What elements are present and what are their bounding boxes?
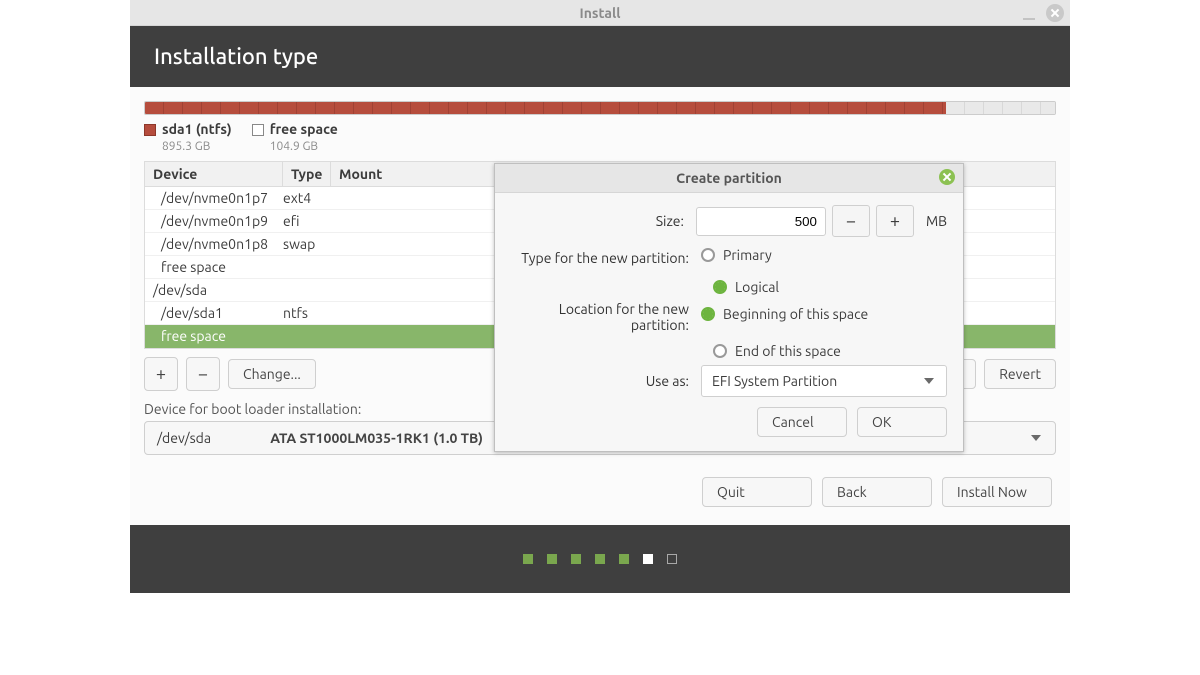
location-label: Location for the new partition: — [511, 301, 701, 333]
header: Installation type — [130, 26, 1070, 87]
ok-button[interactable]: OK — [857, 407, 947, 437]
change-button[interactable]: Change... — [228, 359, 316, 389]
quit-button[interactable]: Quit — [702, 477, 812, 507]
install-now-button[interactable]: Install Now — [942, 477, 1052, 507]
size-label: Size: — [511, 213, 696, 229]
page-title: Installation type — [154, 44, 1046, 69]
minimize-icon[interactable] — [1020, 4, 1038, 22]
remove-button[interactable]: − — [186, 357, 220, 391]
dialog-close-icon[interactable] — [939, 169, 955, 185]
radio-primary[interactable] — [701, 248, 715, 262]
partition-bar-used — [145, 102, 946, 114]
col-device[interactable]: Device — [145, 162, 283, 186]
radio-logical-label: Logical — [735, 279, 779, 295]
legend-sda1-size: 895.3 GB — [162, 140, 210, 153]
radio-end-label: End of this space — [735, 343, 841, 359]
size-decrement[interactable]: − — [832, 205, 870, 237]
radio-end[interactable] — [713, 344, 727, 358]
size-increment[interactable]: + — [876, 205, 914, 237]
legend-free-title: free space — [270, 121, 338, 137]
partition-bar — [144, 101, 1056, 115]
legend-swatch-used-icon — [144, 124, 156, 136]
legend-free-size: 104.9 GB — [270, 140, 318, 153]
radio-begin[interactable] — [701, 307, 715, 321]
step-dot — [595, 554, 605, 564]
close-icon[interactable] — [1046, 4, 1064, 22]
add-button[interactable]: + — [144, 357, 178, 391]
size-unit: MB — [926, 213, 947, 229]
bootloader-model: ATA ST1000LM035-1RK1 (1.0 TB) — [270, 430, 483, 446]
legend-sda1: sda1 (ntfs) 895.3 GB — [144, 121, 232, 153]
titlebar: Install — [130, 0, 1070, 26]
step-dot — [667, 554, 677, 564]
radio-begin-label: Beginning of this space — [723, 306, 868, 322]
dialog-title: Create partition — [495, 164, 963, 193]
useas-label: Use as: — [511, 373, 701, 389]
progress-dots — [130, 525, 1070, 593]
partition-bar-free — [946, 102, 1055, 114]
legend-sda1-title: sda1 (ntfs) — [162, 121, 232, 137]
back-button[interactable]: Back — [822, 477, 932, 507]
radio-primary-label: Primary — [723, 247, 772, 263]
create-partition-dialog: Create partition Size: − + MB Type for t… — [494, 163, 964, 452]
window-title: Install — [580, 5, 621, 21]
legend-free: free space 104.9 GB — [252, 121, 338, 153]
bootloader-device: /dev/sda — [157, 430, 267, 446]
step-dot — [547, 554, 557, 564]
step-dot — [619, 554, 629, 564]
col-type[interactable]: Type — [283, 162, 331, 186]
step-dot-current — [643, 554, 653, 564]
size-input[interactable] — [696, 207, 826, 236]
step-dot — [523, 554, 533, 564]
radio-logical[interactable] — [713, 280, 727, 294]
partition-legend: sda1 (ntfs) 895.3 GB free space 104.9 GB — [144, 121, 1056, 153]
cancel-button[interactable]: Cancel — [757, 407, 847, 437]
revert-button[interactable]: Revert — [984, 359, 1056, 389]
type-label: Type for the new partition: — [511, 250, 701, 266]
step-dot — [571, 554, 581, 564]
legend-swatch-free-icon — [252, 124, 264, 136]
useas-select[interactable]: EFI System Partition — [701, 365, 947, 397]
